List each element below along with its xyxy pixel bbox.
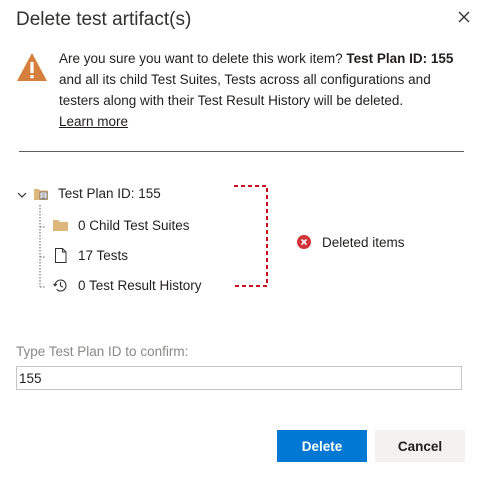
divider: [19, 151, 464, 152]
document-icon: [55, 248, 67, 263]
tree-root-item[interactable]: Test Plan ID: 155: [16, 184, 236, 206]
cancel-button[interactable]: Cancel: [375, 430, 465, 462]
tree-item-label: 0 Test Result History: [78, 278, 202, 293]
warning-text-before: Are you sure you want to delete this wor…: [59, 51, 347, 66]
confirm-input[interactable]: [16, 366, 462, 390]
legend-label: Deleted items: [322, 235, 405, 250]
error-circle-icon: [297, 235, 311, 249]
tree-item-label: 0 Child Test Suites: [78, 218, 190, 233]
warning-icon: [17, 53, 47, 81]
folder-icon: [53, 220, 68, 231]
dialog-title: Delete test artifact(s): [16, 9, 192, 30]
warning-text-after: and all its child Test Suites, Tests acr…: [59, 72, 431, 108]
tree-item-result-history[interactable]: 0 Test Result History: [52, 275, 232, 297]
history-icon: [53, 279, 67, 292]
tree-item-child-suites[interactable]: 0 Child Test Suites: [52, 215, 232, 237]
warning-message: Are you sure you want to delete this wor…: [59, 48, 471, 132]
tree-connector-lines: [39, 205, 46, 288]
close-icon: [458, 11, 470, 23]
delete-button[interactable]: Delete: [277, 430, 367, 462]
delete-dialog: Delete test artifact(s) Are you sure you…: [0, 0, 487, 481]
tree-item-label: 17 Tests: [78, 248, 129, 263]
chevron-down-icon[interactable]: [16, 189, 28, 201]
confirm-label: Type Test Plan ID to confirm:: [16, 344, 189, 359]
warning-emphasis: Test Plan ID: 155: [346, 51, 454, 66]
tree-root-label: Test Plan ID: 155: [58, 186, 161, 201]
deleted-items-legend: Deleted items: [297, 233, 437, 253]
close-button[interactable]: [453, 6, 475, 28]
deleted-items-bracket: [234, 185, 268, 287]
learn-more-link[interactable]: Learn more: [59, 114, 128, 129]
tree-item-tests[interactable]: 17 Tests: [52, 245, 232, 267]
test-plan-icon: [34, 189, 48, 200]
